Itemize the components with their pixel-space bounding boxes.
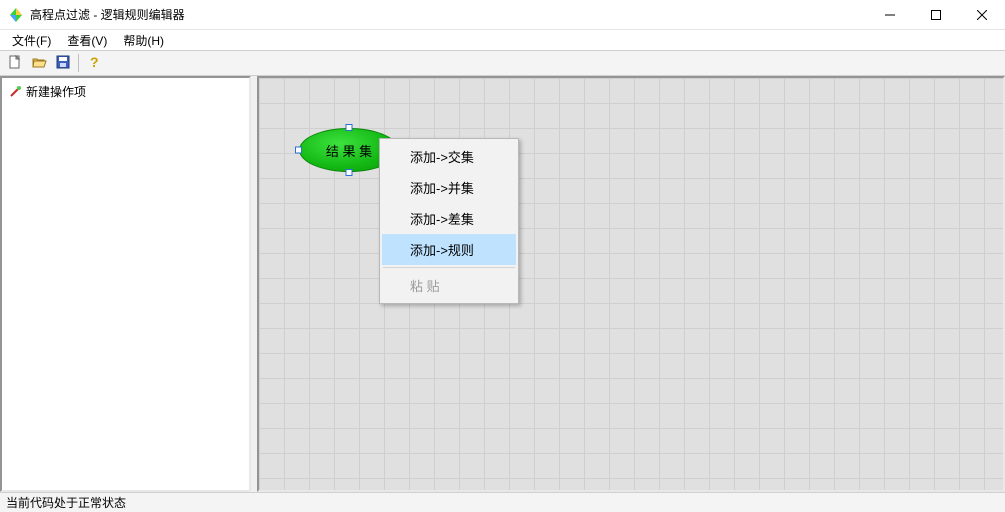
help-icon: ?: [86, 54, 102, 73]
menu-help[interactable]: 帮助(H): [115, 30, 172, 51]
wand-icon: [8, 85, 22, 99]
minimize-button[interactable]: [867, 0, 913, 29]
ctx-add-rule[interactable]: 添加->规则: [382, 234, 516, 265]
status-bar: 当前代码处于正常状态: [0, 492, 1005, 512]
open-button[interactable]: [28, 52, 50, 74]
toolbar-separator: [78, 54, 79, 72]
toolbar: ?: [0, 50, 1005, 76]
open-file-icon: [31, 54, 47, 73]
ctx-add-union[interactable]: 添加->并集: [382, 172, 516, 203]
menu-file[interactable]: 文件(F): [4, 30, 59, 51]
svg-text:?: ?: [90, 54, 99, 70]
ctx-separator: [383, 267, 515, 268]
tree-root-item[interactable]: 新建操作项: [6, 82, 245, 101]
help-button[interactable]: ?: [83, 52, 105, 74]
new-file-icon: [7, 54, 23, 73]
title-bar: 高程点过滤 - 逻辑规则编辑器: [0, 0, 1005, 30]
resize-handle-n[interactable]: [346, 124, 353, 131]
main-area: 新建操作项 结 果 集 添加->交集 添加->并集: [0, 76, 1005, 492]
maximize-button[interactable]: [913, 0, 959, 29]
sidebar-tree[interactable]: 新建操作项: [0, 76, 251, 492]
resize-handle-s[interactable]: [346, 169, 353, 176]
menu-bar: 文件(F) 查看(V) 帮助(H): [0, 30, 1005, 50]
tree-root-label: 新建操作项: [26, 83, 86, 100]
canvas[interactable]: 结 果 集 添加->交集 添加->并集 添加->差集 添加->规则 粘 贴: [259, 78, 1003, 490]
window-title: 高程点过滤 - 逻辑规则编辑器: [30, 6, 867, 23]
ctx-add-intersection[interactable]: 添加->交集: [382, 141, 516, 172]
ctx-add-difference[interactable]: 添加->差集: [382, 203, 516, 234]
app-icon: [8, 7, 24, 23]
save-button[interactable]: [52, 52, 74, 74]
close-button[interactable]: [959, 0, 1005, 29]
app-window: 高程点过滤 - 逻辑规则编辑器 文件(F) 查看(V) 帮助(H): [0, 0, 1005, 512]
resize-handle-w[interactable]: [295, 147, 302, 154]
ctx-paste[interactable]: 粘 贴: [382, 270, 516, 301]
status-text: 当前代码处于正常状态: [6, 494, 126, 511]
new-button[interactable]: [4, 52, 26, 74]
window-controls: [867, 0, 1005, 29]
save-file-icon: [55, 54, 71, 73]
context-menu: 添加->交集 添加->并集 添加->差集 添加->规则 粘 贴: [379, 138, 519, 304]
canvas-wrap: 结 果 集 添加->交集 添加->并集 添加->差集 添加->规则 粘 贴: [257, 76, 1005, 492]
node-label: 结 果 集: [326, 141, 372, 160]
menu-view[interactable]: 查看(V): [59, 30, 115, 51]
